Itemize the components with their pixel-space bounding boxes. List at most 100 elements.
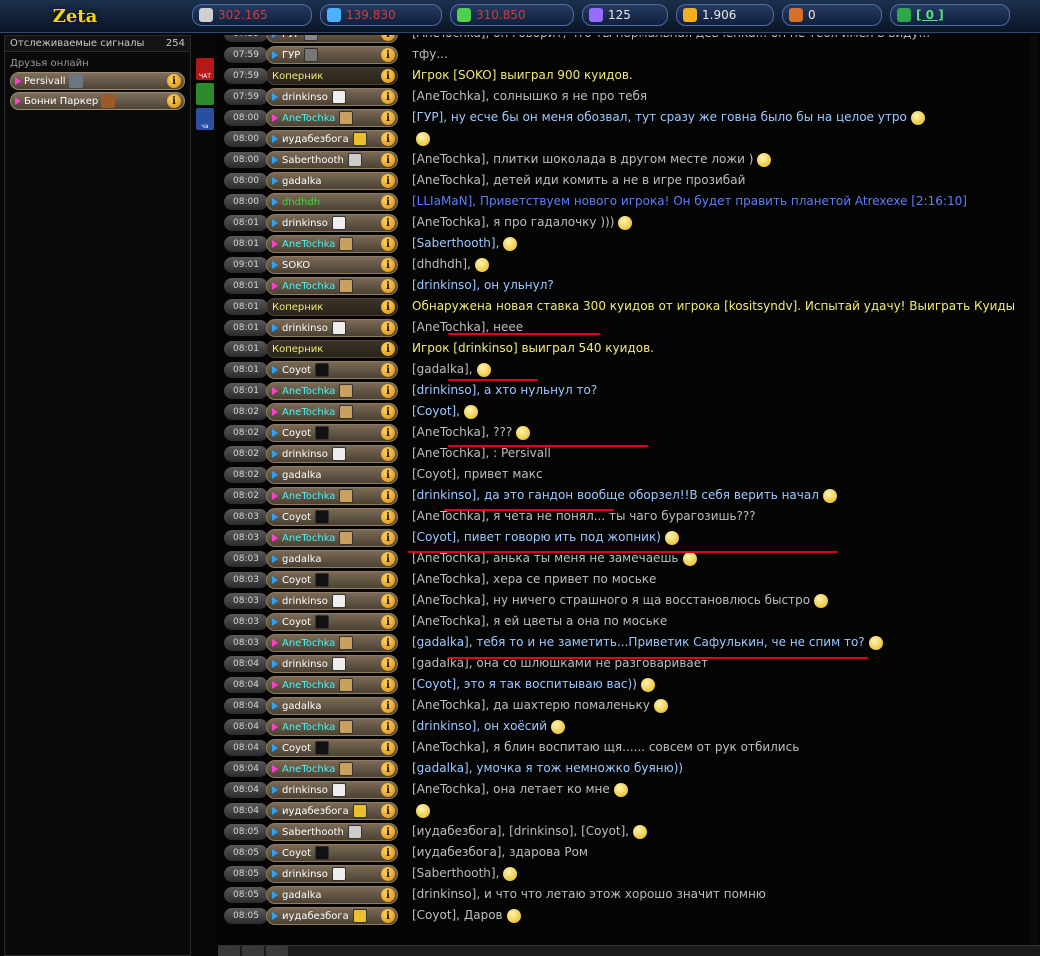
- info-icon[interactable]: i: [381, 111, 395, 125]
- info-icon[interactable]: i: [381, 615, 395, 629]
- info-icon[interactable]: i: [381, 69, 395, 83]
- user-nick[interactable]: иудабезбога i: [266, 130, 398, 148]
- friend-item[interactable]: Persivall i: [10, 72, 185, 90]
- info-icon[interactable]: i: [381, 132, 395, 146]
- info-icon[interactable]: i: [381, 762, 395, 776]
- info-icon[interactable]: i: [381, 825, 395, 839]
- info-icon[interactable]: i: [381, 699, 395, 713]
- user-nick[interactable]: SOKO i: [266, 256, 398, 274]
- user-nick[interactable]: ГУР i: [266, 46, 398, 64]
- chat-channel-icon[interactable]: ча: [196, 108, 214, 130]
- tracked-signals-header[interactable]: Отслеживаемые сигналы 254: [5, 36, 190, 52]
- info-icon[interactable]: i: [381, 573, 395, 587]
- user-nick[interactable]: drinkinso i: [266, 655, 398, 673]
- info-icon[interactable]: i: [381, 594, 395, 608]
- resource-crystal[interactable]: 139.830: [320, 4, 442, 26]
- user-nick[interactable]: gadalka i: [266, 466, 398, 484]
- user-nick[interactable]: AneTochka i: [266, 676, 398, 694]
- user-nick[interactable]: Coyot i: [266, 424, 398, 442]
- info-icon[interactable]: i: [381, 888, 395, 902]
- user-nick[interactable]: drinkinso i: [266, 319, 398, 337]
- info-icon[interactable]: i: [381, 741, 395, 755]
- info-icon[interactable]: i: [381, 657, 395, 671]
- info-icon[interactable]: i: [381, 426, 395, 440]
- info-icon[interactable]: i: [381, 174, 395, 188]
- user-nick[interactable]: dhdhdh i: [266, 193, 398, 211]
- user-nick[interactable]: drinkinso i: [266, 88, 398, 106]
- info-icon[interactable]: i: [381, 384, 395, 398]
- user-nick[interactable]: Coyot i: [266, 571, 398, 589]
- resource-items[interactable]: 0: [782, 4, 882, 26]
- user-nick[interactable]: gadalka i: [266, 886, 398, 904]
- user-nick[interactable]: AneTochka i: [266, 487, 398, 505]
- user-nick[interactable]: gadalka i: [266, 550, 398, 568]
- info-icon[interactable]: i: [381, 552, 395, 566]
- info-icon[interactable]: i: [381, 636, 395, 650]
- info-icon[interactable]: i: [381, 468, 395, 482]
- info-icon[interactable]: i: [381, 321, 395, 335]
- user-nick[interactable]: Coyot i: [266, 613, 398, 631]
- user-nick[interactable]: drinkinso i: [266, 865, 398, 883]
- info-icon[interactable]: i: [381, 867, 395, 881]
- info-icon[interactable]: i: [381, 153, 395, 167]
- info-icon[interactable]: i: [381, 90, 395, 104]
- info-icon[interactable]: i: [381, 363, 395, 377]
- user-nick[interactable]: Saberthooth i: [266, 151, 398, 169]
- resource-mail[interactable]: [ 0 ]: [890, 4, 1010, 26]
- user-nick[interactable]: Coyot i: [266, 739, 398, 757]
- info-icon[interactable]: i: [381, 783, 395, 797]
- info-icon[interactable]: i: [381, 405, 395, 419]
- chat-scrollbar[interactable]: [1030, 35, 1038, 945]
- chat-channel-icon[interactable]: ЧАТ: [196, 58, 214, 80]
- user-nick[interactable]: gadalka i: [266, 172, 398, 190]
- user-nick[interactable]: Коперник i: [266, 67, 398, 85]
- user-nick[interactable]: иудабезбога i: [266, 802, 398, 820]
- info-icon[interactable]: i: [381, 35, 395, 41]
- info-icon[interactable]: i: [381, 531, 395, 545]
- chat-channel-icon[interactable]: [196, 83, 214, 105]
- user-nick[interactable]: drinkinso i: [266, 445, 398, 463]
- info-icon[interactable]: i: [381, 48, 395, 62]
- user-nick[interactable]: Коперник i: [266, 340, 398, 358]
- user-nick[interactable]: Saberthooth i: [266, 823, 398, 841]
- info-icon[interactable]: i: [167, 74, 181, 88]
- user-nick[interactable]: AneTochka i: [266, 403, 398, 421]
- user-nick[interactable]: drinkinso i: [266, 592, 398, 610]
- user-nick[interactable]: ГУР i: [266, 35, 398, 43]
- info-icon[interactable]: i: [381, 804, 395, 818]
- user-nick[interactable]: AneTochka i: [266, 529, 398, 547]
- user-nick[interactable]: gadalka i: [266, 697, 398, 715]
- settings-icon[interactable]: [218, 946, 240, 956]
- resource-credits[interactable]: 1.906: [676, 4, 774, 26]
- user-nick[interactable]: AneTochka i: [266, 235, 398, 253]
- info-icon[interactable]: i: [381, 216, 395, 230]
- sound-icon[interactable]: [242, 946, 264, 956]
- info-icon[interactable]: i: [381, 258, 395, 272]
- info-icon[interactable]: i: [381, 846, 395, 860]
- info-icon[interactable]: i: [381, 909, 395, 923]
- user-nick[interactable]: иудабезбога i: [266, 907, 398, 925]
- info-icon[interactable]: i: [381, 237, 395, 251]
- info-icon[interactable]: i: [381, 510, 395, 524]
- user-nick[interactable]: Coyot i: [266, 508, 398, 526]
- user-nick[interactable]: drinkinso i: [266, 214, 398, 232]
- info-icon[interactable]: i: [381, 300, 395, 314]
- user-nick[interactable]: AneTochka i: [266, 634, 398, 652]
- info-icon[interactable]: i: [381, 720, 395, 734]
- info-icon[interactable]: i: [381, 447, 395, 461]
- info-icon[interactable]: i: [381, 342, 395, 356]
- user-nick[interactable]: Коперник i: [266, 298, 398, 316]
- resource-deuterium[interactable]: 310.850: [450, 4, 574, 26]
- user-nick[interactable]: Coyot i: [266, 844, 398, 862]
- resource-energy[interactable]: 125: [582, 4, 668, 26]
- user-nick[interactable]: Coyot i: [266, 361, 398, 379]
- user-nick[interactable]: AneTochka i: [266, 277, 398, 295]
- info-icon[interactable]: i: [381, 489, 395, 503]
- resource-metal[interactable]: 302.165: [192, 4, 312, 26]
- user-nick[interactable]: AneTochka i: [266, 109, 398, 127]
- chat-tab-button[interactable]: [266, 946, 288, 956]
- planet-name[interactable]: Zeta: [0, 6, 150, 27]
- info-icon[interactable]: i: [381, 279, 395, 293]
- info-icon[interactable]: i: [381, 678, 395, 692]
- friend-item[interactable]: Бонни Паркер i: [10, 92, 185, 110]
